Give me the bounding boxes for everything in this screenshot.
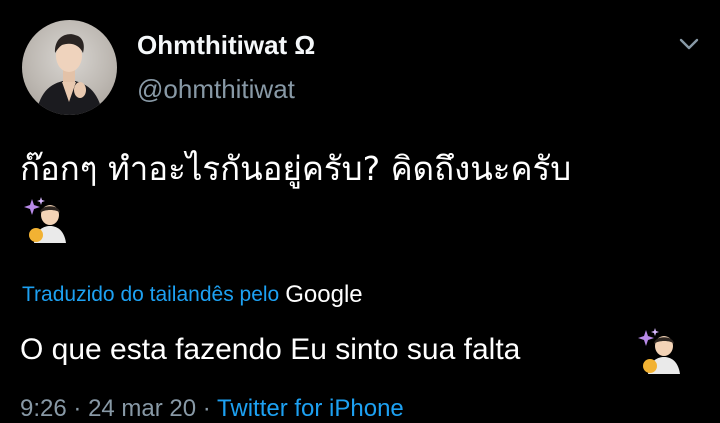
tweet-text-content: ก๊อกๆ ทำอะไรกันอยู่ครับ? คิดถึงนะครับ [20,149,572,188]
tweet-text: ก๊อกๆ ทำอะไรกันอยู่ครับ? คิดถึงนะครับ [20,142,710,196]
user-handle[interactable]: @ohmthitiwat [137,74,295,105]
translation-label: Traduzido do tailandês pelo [22,283,280,306]
tweet-metadata: 9:26 · 24 mar 20 · Twitter for iPhone [20,395,404,423]
display-name[interactable]: Ohmthitiwat Ω [137,30,315,61]
translation-attribution[interactable]: Traduzido do tailandês pelo Google [22,280,363,308]
google-logo: Google [285,281,363,308]
chevron-down-icon[interactable] [678,36,700,52]
translated-text: O que esta fazendo Eu sinto sua falta [20,333,520,367]
sparkles-man-emoji-icon [24,197,66,243]
avatar[interactable] [22,20,117,115]
translated-text-content: O que esta fazendo Eu sinto sua falta [20,333,521,366]
sparkles-man-emoji-icon [638,328,680,374]
